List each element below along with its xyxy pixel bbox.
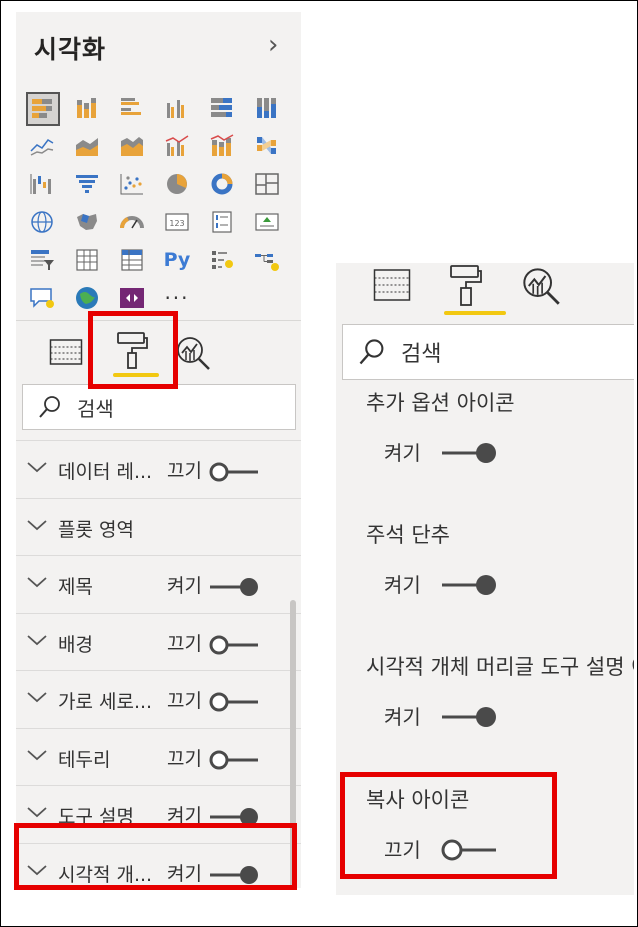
tab-fields[interactable] [48,336,84,368]
toggle-state-label: 끄기 [167,690,202,712]
toggle-state-label: 끄기 [167,632,202,655]
chevron-down-icon [27,807,47,818]
toggle-state-label: 켜기 [167,575,202,597]
toggle-state-label: 끄기 [167,747,202,770]
chevron-down-icon [27,634,47,645]
section-toggle[interactable] [208,691,260,717]
tab-analytics[interactable] [520,265,562,307]
collapse-pane-chevron-icon[interactable]: › [268,32,278,58]
section-label: 플롯 영역 [58,518,134,541]
search-icon [359,339,384,365]
search-placeholder: 검색 [77,396,114,421]
stacked-area-chart-icon[interactable] [116,130,148,162]
format-search-box[interactable]: 검색 [342,324,634,380]
option-title: 주석 단추 [366,523,450,547]
pane-title: 시각화 [34,35,107,64]
line-stacked-column-chart-icon[interactable] [206,130,238,162]
waterfall-chart-icon[interactable] [26,168,58,200]
slicer-icon[interactable] [26,244,58,276]
tab-analytics[interactable] [174,334,212,372]
section-label: 배경 [58,633,93,656]
matrix-icon[interactable] [116,244,148,276]
funnel-chart-icon[interactable] [71,168,103,200]
paint-roller-icon [450,265,482,306]
toggle-state-label: 켜기 [384,573,421,597]
area-chart-icon[interactable] [71,130,103,162]
line-clustered-column-chart-icon[interactable] [161,130,193,162]
section-toggle[interactable] [208,461,260,487]
format-search-box[interactable]: 검색 [22,384,296,430]
section-label: 가로 세로... [58,691,153,713]
tab-fields[interactable] [372,267,412,303]
copy-icon-option-highlight [340,772,557,879]
treemap-icon[interactable] [251,168,283,200]
format-section-row[interactable]: 플롯 영역 [16,497,301,556]
format-tab-highlight [88,311,178,389]
chevron-down-icon [27,749,47,760]
toggle-state-label: 켜기 [384,705,421,729]
analytics-magnifier-icon [177,337,210,370]
more-visuals-label: ··· [164,286,190,310]
scatter-chart-icon[interactable] [116,168,148,200]
fields-icon [373,269,411,301]
ribbon-chart-icon[interactable] [251,130,283,162]
map-icon[interactable] [26,206,58,238]
table-icon[interactable] [71,244,103,276]
filled-map-icon[interactable] [71,206,103,238]
pie-chart-icon[interactable] [161,168,193,200]
search-icon [39,396,60,418]
arcgis-map-icon[interactable] [71,282,103,314]
format-section-row[interactable]: 가로 세로... 끄기 [16,670,301,728]
fields-icon [49,339,83,365]
visualizations-pane: 시각화 › 123 Py ··· 검색 데이터 레... 끄기 플롯 영역 제목… [16,12,301,888]
section-toggle[interactable] [208,749,260,775]
line-chart-icon[interactable] [26,130,58,162]
chevron-down-icon [27,519,47,530]
section-label: 테두리 [58,748,111,771]
more-visuals-icon[interactable]: ··· [161,282,193,314]
section-label: 제목 [58,576,93,598]
option-toggle[interactable] [440,441,498,469]
section-label: 데이터 레... [58,461,153,483]
format-section-row[interactable]: 배경 끄기 [16,612,301,671]
stacked-column-chart-icon[interactable] [71,92,103,124]
format-section-row[interactable]: 제목 켜기 [16,555,301,613]
kpi-icon[interactable] [251,206,283,238]
option-toggle[interactable] [440,705,498,733]
svg-text:123: 123 [169,219,184,228]
qa-icon[interactable] [26,282,58,314]
section-toggle[interactable] [208,634,260,660]
python-visual-icon[interactable]: Py [161,244,193,276]
100-stacked-bar-chart-icon[interactable] [206,92,238,124]
chevron-down-icon [27,462,47,473]
clustered-bar-chart-icon[interactable] [116,92,148,124]
python-visual-label: Py [163,249,191,271]
format-section-row[interactable]: 데이터 레... 끄기 [16,440,301,498]
option-title: 시각적 개체 머리글 도구 설명 아이콘 [366,655,634,679]
toggle-state-label: 끄기 [167,460,202,482]
analytics-magnifier-icon [523,268,560,305]
option-title: 추가 옵션 아이콘 [366,391,515,415]
card-icon[interactable]: 123 [161,206,193,238]
tab-format[interactable] [444,263,488,307]
toggle-state-label: 켜기 [384,441,421,465]
stacked-bar-chart-icon[interactable] [26,92,60,126]
clustered-column-chart-icon[interactable] [161,92,193,124]
option-toggle[interactable] [440,573,498,601]
search-placeholder: 검색 [401,342,442,367]
power-apps-icon[interactable] [116,282,148,314]
gauge-icon[interactable] [116,206,148,238]
format-tab-underline [444,311,506,315]
chevron-down-icon [27,692,47,703]
decomposition-tree-icon[interactable] [251,244,283,276]
multi-row-card-icon[interactable] [206,206,238,238]
key-influencers-icon[interactable] [206,244,238,276]
section-toggle[interactable] [208,576,260,602]
chevron-down-icon [27,577,47,588]
100-stacked-column-chart-icon[interactable] [251,92,283,124]
donut-chart-icon[interactable] [206,168,238,200]
format-section-row[interactable]: 테두리 끄기 [16,727,301,786]
visual-header-section-highlight [14,823,297,890]
